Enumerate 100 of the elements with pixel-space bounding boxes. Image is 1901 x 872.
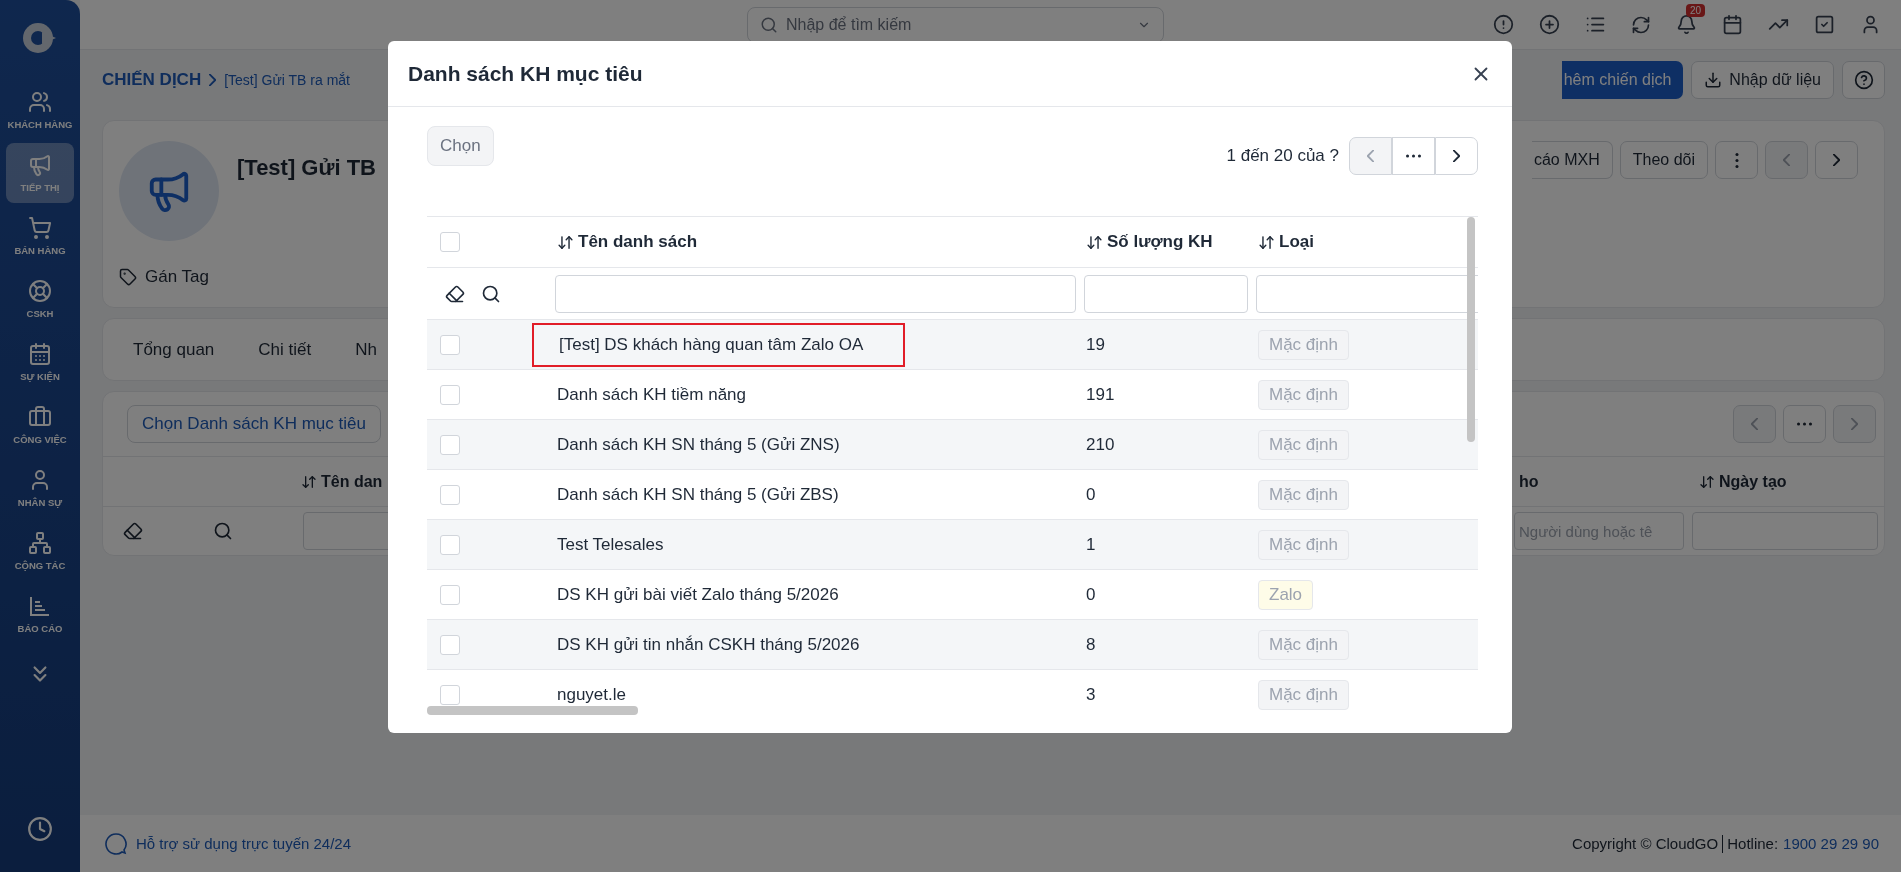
row-checkbox[interactable]: [440, 634, 460, 655]
more-button[interactable]: [1783, 405, 1826, 443]
next-button[interactable]: [1833, 405, 1876, 443]
prev-button[interactable]: [1765, 141, 1808, 179]
tab[interactable]: Tổng quan: [133, 339, 215, 360]
breadcrumb-current: [Test] Gửi TB ra mắt: [224, 72, 350, 88]
column-header[interactable]: Ngày tạo: [1699, 472, 1787, 491]
column-header[interactable]: Loại: [1258, 232, 1478, 252]
import-button[interactable]: Nhập dữ liệu: [1691, 61, 1834, 99]
help-button[interactable]: [1842, 61, 1885, 99]
sidebar-item[interactable]: BÁO CÁO: [6, 584, 74, 644]
prev-button[interactable]: [1733, 405, 1776, 443]
briefcase-icon: [28, 405, 52, 429]
calendar-icon[interactable]: [1722, 14, 1743, 35]
tag-icon: [119, 268, 137, 286]
customer-count: 191: [1086, 384, 1116, 405]
column-header[interactable]: Tên dan: [301, 472, 383, 491]
report-button[interactable]: cáo MXH: [1531, 141, 1613, 179]
column-header[interactable]: ho: [1519, 472, 1699, 491]
row-checkbox[interactable]: [440, 434, 460, 455]
breadcrumb-link[interactable]: CHIẾN DỊCH: [102, 70, 202, 90]
campaign-title: [Test] Gửi TB: [237, 155, 376, 182]
scrollbar[interactable]: [427, 706, 638, 715]
megaphone-icon: [28, 153, 52, 177]
chevron-left-icon: [1751, 418, 1758, 430]
customer-count: 210: [1086, 434, 1116, 455]
select-list-button[interactable]: Chọn Danh sách KH mục tiêu: [127, 405, 381, 443]
tab[interactable]: Chi tiết: [258, 339, 312, 360]
chevron-left-icon: [1367, 150, 1374, 162]
sort-icon: [557, 233, 574, 251]
add-campaign-button[interactable]: hêm chiến dịch: [1561, 61, 1684, 99]
tag-link[interactable]: Gán Tag: [119, 267, 376, 287]
help-icon: [1853, 70, 1874, 90]
sidebar-item[interactable]: CÔNG VIỆC: [6, 395, 74, 455]
eraser-icon[interactable]: [445, 283, 465, 304]
list-name: Danh sách KH SN tháng 5 (Gửi ZBS): [557, 484, 839, 505]
column-header[interactable]: Tên danh sách: [557, 232, 1086, 252]
type-tag: Mặc định: [1258, 479, 1349, 510]
sort-icon: [1258, 233, 1275, 251]
column-header[interactable]: Số lượng KH: [1086, 232, 1258, 252]
search-icon: [760, 15, 778, 34]
type-tag: Mặc định: [1258, 429, 1349, 460]
hotline-link[interactable]: 1900 29 29 90: [1783, 835, 1879, 852]
type-tag: Mặc định: [1258, 629, 1349, 660]
sidebar-item[interactable]: SỰ KIỆN: [6, 332, 74, 392]
copyright-text: Copyright © CloudGO: [1572, 835, 1719, 852]
customer-count: 8: [1086, 634, 1097, 655]
row-checkbox[interactable]: [440, 584, 460, 605]
clock-icon[interactable]: [27, 816, 53, 842]
dialog-title: Danh sách KH mục tiêu: [408, 61, 643, 86]
hotline-label: Hotline:: [1727, 835, 1779, 852]
pagination-text: 1 đến 20 của ?: [1226, 146, 1339, 166]
scrollbar[interactable]: [1467, 217, 1475, 442]
filter-field[interactable]: [555, 274, 1076, 313]
users-icon: [28, 90, 52, 114]
type-tag: Mặc định: [1258, 529, 1349, 560]
refresh-icon[interactable]: [1631, 14, 1651, 35]
type-tag: Mặc định: [1258, 679, 1349, 710]
org-chart-icon: [28, 531, 52, 555]
follow-button[interactable]: Theo dõi: [1619, 141, 1708, 179]
sidebar-item[interactable]: NHÂN SỰ: [6, 458, 74, 518]
tab[interactable]: Nh: [355, 339, 377, 360]
select-all-checkbox[interactable]: [440, 232, 460, 252]
bell-icon[interactable]: [1676, 14, 1697, 35]
sidebar-item[interactable]: BÁN HÀNG: [6, 206, 74, 266]
more-button[interactable]: [1392, 137, 1435, 175]
type-tag: Mặc định: [1258, 329, 1349, 360]
next-button[interactable]: [1435, 137, 1478, 175]
row-checkbox[interactable]: [440, 384, 460, 405]
search-icon[interactable]: [481, 283, 501, 304]
chevron-right-icon: [1453, 150, 1460, 162]
sidebar-item[interactable]: KHÁCH HÀNG: [6, 80, 74, 140]
cart-icon: [28, 216, 52, 240]
sidebar-item[interactable]: CỘNG TÁC: [6, 521, 74, 581]
chat-logo-icon: [104, 831, 128, 856]
row-checkbox[interactable]: [440, 684, 460, 705]
list-name: Danh sách KH SN tháng 5 (Gửi ZNS): [557, 434, 840, 455]
sidebar-item[interactable]: CSKH: [6, 269, 74, 329]
sort-icon: [1699, 473, 1715, 490]
sort-icon: [1086, 233, 1103, 251]
alert-icon[interactable]: [1493, 14, 1514, 35]
row-checkbox[interactable]: [440, 534, 460, 555]
sort-icon: [301, 473, 317, 490]
add-icon[interactable]: [1539, 14, 1560, 35]
more-button[interactable]: [1715, 141, 1758, 179]
choose-button[interactable]: Chọn: [427, 126, 494, 166]
filter-field[interactable]: [1084, 274, 1248, 313]
support-link[interactable]: Hỗ trợ sử dụng trực tuyến 24/24: [136, 835, 352, 852]
row-checkbox[interactable]: [440, 484, 460, 505]
chevron-right-icon: [1851, 418, 1858, 430]
next-button[interactable]: [1815, 141, 1858, 179]
customer-count: 19: [1086, 334, 1106, 355]
search-placeholder: Nhập để tìm kiếm: [786, 15, 912, 34]
notification-badge: 20: [1686, 4, 1706, 17]
filter-field[interactable]: [1256, 274, 1478, 313]
kebab-icon: [1734, 152, 1739, 168]
row-checkbox[interactable]: [440, 334, 460, 355]
task-icon[interactable]: [1814, 14, 1835, 35]
chevron-right-icon: [1833, 154, 1840, 166]
ellipsis-icon: [1406, 154, 1421, 158]
